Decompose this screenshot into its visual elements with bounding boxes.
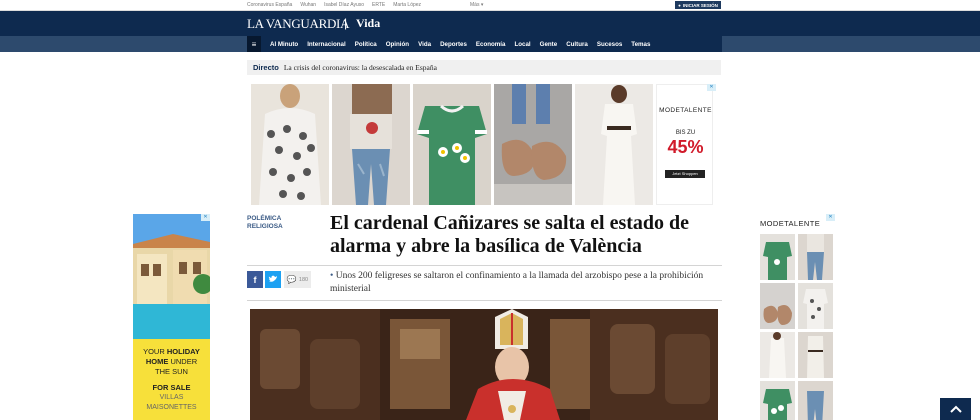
comment-icon: 💬	[286, 275, 297, 284]
ad-text: YOUR	[143, 347, 167, 356]
share-bar: f 💬 180	[247, 271, 311, 288]
trending-link[interactable]: ERTE	[372, 2, 385, 8]
trending-link[interactable]: Wuhan	[300, 2, 316, 8]
nav-item-local[interactable]: Local	[514, 41, 530, 48]
chevron-up-icon	[949, 405, 962, 413]
ad-product-image	[798, 283, 833, 329]
site-logo[interactable]: LA VANGUARDIA	[247, 16, 349, 32]
ad-product-image	[760, 381, 795, 420]
twitter-icon	[268, 275, 277, 282]
nav-inner: ≡ Al Minuto Internacional Política Opini…	[247, 36, 722, 52]
more-dropdown[interactable]: Más ▾	[470, 2, 483, 8]
masthead: LA VANGUARDIA | Vida	[0, 11, 980, 36]
nav-item-opinion[interactable]: Opinión	[386, 41, 409, 48]
ad-text-bold: HOME	[145, 357, 169, 366]
divider	[247, 265, 722, 266]
live-strip[interactable]: Directo La crisis del coronavirus: la de…	[247, 60, 721, 75]
section-title[interactable]: Vida	[356, 16, 380, 31]
top-utility-bar: Coronavirus España Wuhan Isabel Díaz Ayu…	[0, 0, 980, 11]
user-icon: ●	[678, 2, 681, 8]
nav-item-deportes[interactable]: Deportes	[440, 41, 467, 48]
trending-link[interactable]: Coronavirus España	[247, 2, 292, 8]
subtitle-text: Unos 200 feligreses se saltaron el confi…	[330, 271, 704, 294]
top-banner-ad[interactable]: MODETALENTE BIS ZU 45% Jetzt Shoppen	[251, 84, 716, 205]
ad-product-image	[575, 84, 653, 205]
kicker-line: RELIGIOSA	[247, 223, 283, 230]
nav-item-economia[interactable]: Economía	[476, 41, 506, 48]
logo-separator: |	[344, 16, 348, 30]
ad-product-image	[760, 234, 795, 280]
article-main-image[interactable]	[250, 309, 718, 420]
kicker-line: POLÉMICA	[247, 215, 282, 222]
ad-cta-button[interactable]: Jetzt Shoppen	[665, 170, 705, 178]
ad-copy: YOUR HOLIDAY HOME UNDER THE SUN FOR SALE…	[133, 339, 210, 420]
ad-close-icon[interactable]: ✕	[707, 84, 716, 91]
live-tag: Directo	[253, 63, 279, 72]
ad-product-image	[494, 84, 572, 205]
ad-product-image	[413, 84, 491, 205]
left-skyscraper-ad[interactable]: YOUR HOLIDAY HOME UNDER THE SUN FOR SALE…	[133, 214, 210, 420]
trending-link[interactable]: Isabel Díaz Ayuso	[324, 2, 364, 8]
trending-link[interactable]: Marta López	[393, 2, 421, 8]
facebook-icon: f	[253, 274, 257, 285]
trending-links: Coronavirus España Wuhan Isabel Díaz Ayu…	[247, 2, 421, 8]
comment-count: 180	[298, 276, 309, 283]
ad-text-bold: HOLIDAY	[166, 347, 200, 356]
ad-villas: VILLAS	[159, 394, 184, 401]
nav-item-vida[interactable]: Vida	[418, 41, 431, 48]
bullet-icon: •	[330, 271, 334, 281]
ad-brand: MODETALENTE	[659, 107, 712, 114]
ad-brand-panel: MODETALENTE BIS ZU 45% Jetzt Shoppen	[656, 84, 713, 205]
facebook-share-button[interactable]: f	[247, 271, 263, 288]
ad-villa-image	[133, 214, 210, 339]
divider	[247, 300, 722, 301]
nav-item-sucesos[interactable]: Sucesos	[597, 41, 622, 48]
login-label: INICIAR SESIÓN	[682, 2, 718, 8]
headline-line: El cardenal Cañizares se salta el estado…	[330, 212, 690, 234]
ad-product-grid	[760, 234, 834, 420]
nav-item-gente[interactable]: Gente	[540, 41, 558, 48]
ad-maisonettes: MAISONETTES	[146, 404, 197, 411]
twitter-share-button[interactable]	[265, 271, 281, 288]
ad-product-image	[251, 84, 329, 205]
ad-product-image	[798, 234, 833, 280]
article-kicker[interactable]: POLÉMICA RELIGIOSA	[247, 215, 317, 231]
ad-line: YOUR HOLIDAY	[133, 347, 210, 357]
ad-discount-label: BIS ZU	[675, 130, 696, 136]
comments-button[interactable]: 💬 180	[284, 271, 311, 288]
ad-discount-value: 45%	[667, 137, 704, 157]
ad-line: THE SUN	[155, 367, 188, 376]
headline-line: alarma y abre la basílica de València	[330, 235, 642, 257]
more-label: Más	[470, 2, 480, 8]
chevron-down-icon: ▾	[480, 2, 484, 8]
main-nav: ≡ Al Minuto Internacional Política Opini…	[0, 36, 980, 52]
ad-product-image	[332, 84, 410, 205]
article-subtitle: • Unos 200 feligreses se saltaron el con…	[330, 270, 722, 296]
ad-brand: MODETALENTE	[760, 219, 821, 228]
right-skyscraper-ad[interactable]: MODETALENTE	[758, 214, 836, 420]
ad-product-image	[760, 332, 795, 378]
nav-item-politica[interactable]: Política	[355, 41, 377, 48]
nav-item-internacional[interactable]: Internacional	[307, 41, 346, 48]
live-text: La crisis del coronavirus: la desescalad…	[283, 63, 437, 72]
hamburger-menu-icon[interactable]: ≡	[247, 36, 261, 52]
ad-text: UNDER	[168, 357, 198, 366]
ad-close-icon[interactable]: ✕	[201, 214, 210, 221]
nav-item-al-minuto[interactable]: Al Minuto	[270, 41, 298, 48]
nav-item-cultura[interactable]: Cultura	[566, 41, 588, 48]
article-headline: El cardenal Cañizares se salta el estado…	[330, 212, 725, 258]
ad-product-image	[760, 283, 795, 329]
ad-forsale: FOR SALE	[152, 383, 191, 392]
ad-product-image	[798, 332, 833, 378]
ad-close-icon[interactable]: ✕	[826, 214, 835, 221]
ad-product-image	[798, 381, 833, 420]
ad-line: HOME UNDER	[133, 357, 210, 367]
scroll-to-top-button[interactable]	[940, 398, 971, 420]
login-button[interactable]: ● INICIAR SESIÓN	[675, 1, 721, 9]
nav-item-temas[interactable]: Temas	[631, 41, 650, 48]
